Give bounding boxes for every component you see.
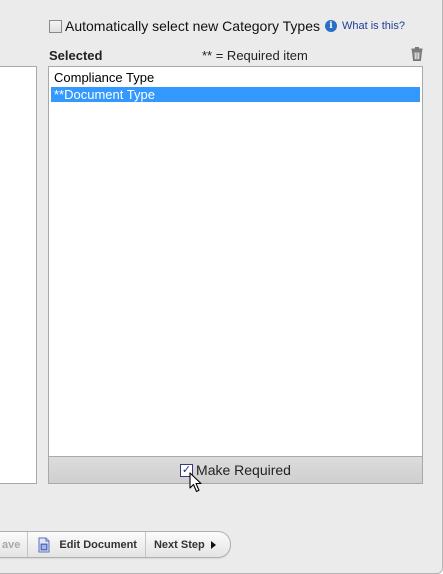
what-is-this-link[interactable]: What is this? (342, 20, 405, 32)
list-footer: ✓ Make Required (48, 456, 423, 484)
next-step-label: Next Step (153, 538, 205, 551)
selected-heading: Selected (49, 48, 103, 63)
edit-document-icon (38, 537, 50, 552)
next-step-button[interactable]: Next Step (146, 532, 230, 557)
left-list-panel[interactable] (0, 66, 37, 484)
play-icon (210, 540, 216, 549)
list-item[interactable]: Compliance Type (51, 70, 420, 85)
auto-select-label[interactable]: Automatically select new Category Types (65, 18, 320, 34)
auto-select-checkbox[interactable] (49, 19, 62, 33)
list-item-label: **Document Type (54, 87, 155, 102)
list-item-label: Compliance Type (54, 70, 155, 85)
selected-list[interactable]: Compliance Type **Document Type (48, 66, 423, 457)
save-button-label: ave (2, 538, 21, 551)
edit-document-button[interactable]: Edit Document (28, 532, 146, 557)
bottom-toolbar: ave Edit Document Next Step (0, 531, 231, 558)
auto-select-row: Automatically select new Category Types … (49, 16, 405, 36)
dialog-panel: Automatically select new Category Types … (0, 0, 443, 574)
info-icon[interactable]: i (324, 20, 337, 32)
mouse-cursor-icon (189, 472, 202, 493)
required-note: ** = Required item (202, 48, 308, 63)
list-item[interactable]: **Document Type (51, 87, 420, 102)
make-required-label[interactable]: Make Required (196, 462, 291, 478)
edit-document-label: Edit Document (59, 538, 137, 551)
trash-icon[interactable] (411, 47, 423, 61)
save-button[interactable]: ave (0, 532, 29, 557)
